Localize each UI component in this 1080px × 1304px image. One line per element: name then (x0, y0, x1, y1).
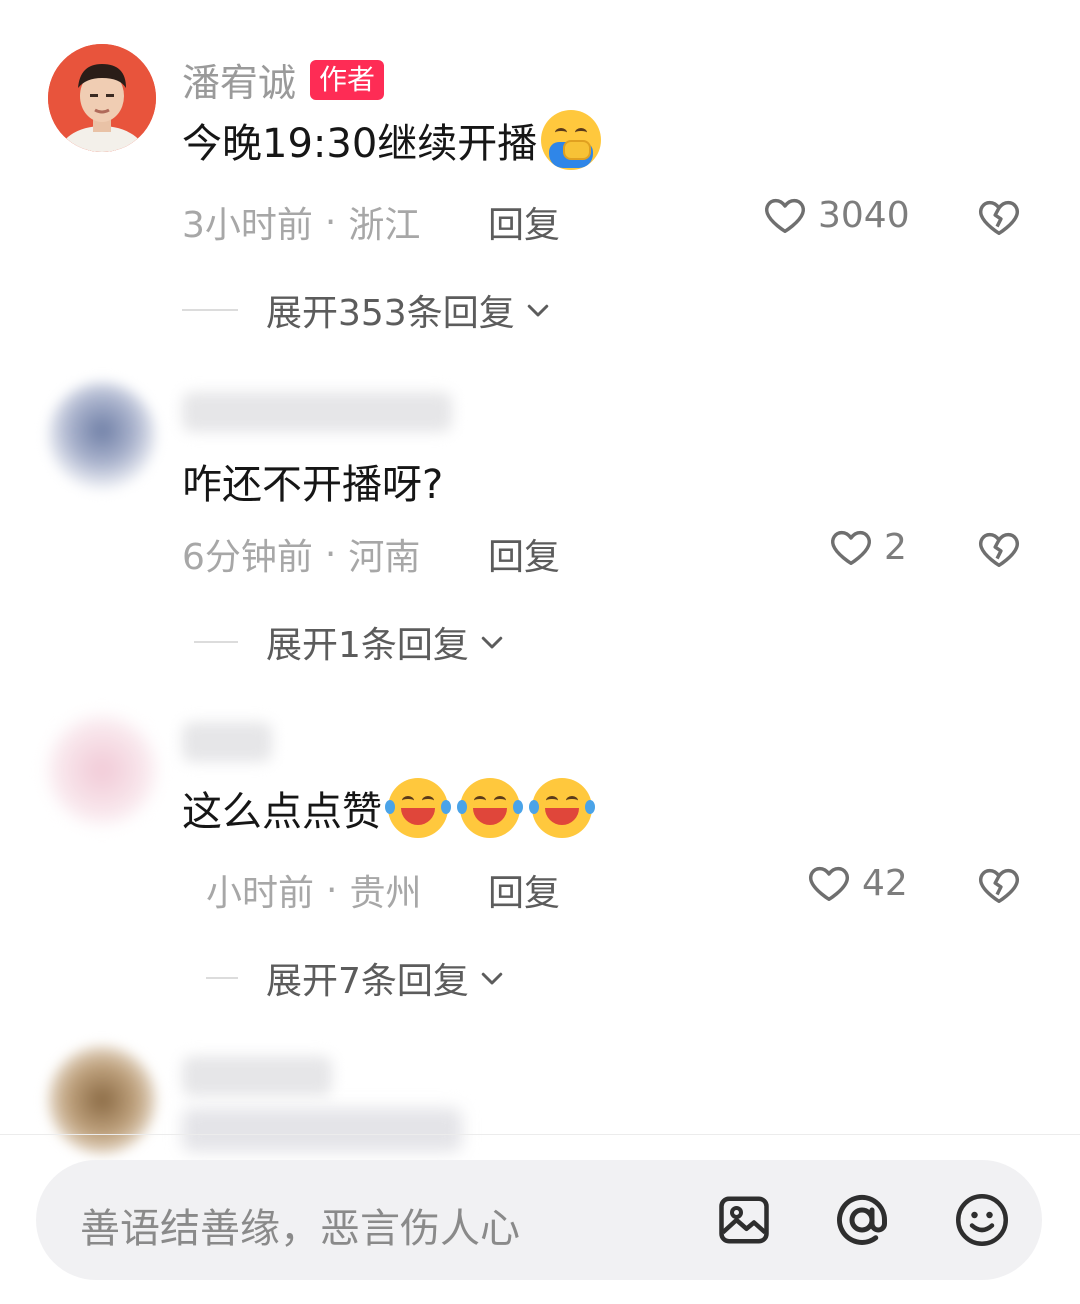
chevron-down-icon (481, 636, 503, 649)
name-row: 潘宥诚 作者 (182, 52, 385, 107)
heart-icon (809, 866, 849, 902)
username[interactable]: 潘宥诚 (182, 52, 296, 107)
comment-text-blurred (182, 1108, 462, 1152)
expand-replies-button[interactable]: 展开7条回复 (206, 952, 507, 1004)
comment-location: 浙江 (348, 205, 421, 246)
username-blurred[interactable] (182, 1056, 332, 1096)
chevron-down-icon (481, 972, 503, 985)
broken-heart-icon (979, 200, 1019, 236)
comment-input-placeholder[interactable]: 善语结善缘，恶言伤人心 (80, 1196, 520, 1254)
dislike-button[interactable] (976, 862, 1022, 912)
image-icon[interactable] (714, 1190, 774, 1250)
expand-replies-label: 展开1条回复 (266, 625, 469, 666)
divider-dash (194, 641, 238, 643)
expand-replies-button[interactable]: 展开1条回复 (194, 616, 507, 668)
reply-button[interactable]: 回复 (488, 196, 560, 248)
comment-meta: 3小时前 · 浙江 (182, 196, 420, 248)
divider-dash (206, 977, 238, 979)
like-button[interactable]: 42 (806, 860, 908, 906)
comment-text: 咋还不开播呀? (182, 452, 443, 510)
reply-button[interactable]: 回复 (488, 528, 560, 580)
tears-of-joy-emoji-icon (457, 778, 523, 838)
comment-input-bar[interactable]: 善语结善缘，恶言伤人心 (36, 1160, 1042, 1280)
tears-of-joy-emoji-icon (529, 778, 595, 838)
comment-text-content: 这么点点赞 (182, 789, 382, 835)
heart-icon (831, 530, 871, 566)
reply-button[interactable]: 回复 (488, 864, 560, 916)
dislike-button[interactable] (976, 526, 1022, 576)
comment-text-content: 咋还不开播呀? (182, 462, 444, 508)
like-button[interactable]: 2 (828, 524, 907, 570)
comment-text: 今晚19:30继续开播 (182, 110, 602, 170)
comment-time: 小时前 (206, 873, 315, 914)
comment-location: 河南 (348, 537, 421, 578)
like-count: 42 (862, 862, 908, 904)
expand-replies-label: 展开353条回复 (266, 293, 515, 334)
broken-heart-icon (979, 532, 1019, 568)
avatar-blurred[interactable] (48, 716, 156, 824)
tears-of-joy-emoji-icon (385, 778, 451, 838)
comment-meta: 6分钟前 · 河南 (182, 528, 420, 580)
comment-time: 6分钟前 (182, 537, 313, 578)
emoji-icon[interactable] (952, 1190, 1012, 1250)
comment-meta: 小时前 · 贵州 (206, 864, 421, 916)
avatar[interactable] (48, 44, 156, 152)
like-count: 3040 (818, 194, 910, 236)
hugging-face-emoji-icon (541, 110, 602, 170)
avatar-blurred[interactable] (48, 382, 156, 490)
comment-location: 贵州 (349, 873, 422, 914)
author-badge: 作者 (310, 59, 385, 100)
comment-text-content: 今晚19:30继续开播 (182, 121, 538, 167)
comment-text: 这么点点赞 (182, 778, 595, 838)
heart-icon (765, 198, 805, 234)
username-blurred[interactable] (182, 722, 272, 762)
broken-heart-icon (979, 868, 1019, 904)
chevron-down-icon (527, 304, 548, 317)
dislike-button[interactable] (976, 194, 1022, 244)
at-icon[interactable] (832, 1190, 892, 1250)
expand-replies-button[interactable]: 展开353条回复 (182, 284, 553, 336)
comment-time: 3小时前 (182, 205, 313, 246)
avatar-blurred[interactable] (48, 1046, 156, 1154)
username-blurred[interactable] (182, 392, 452, 432)
input-divider (0, 1134, 1080, 1135)
expand-replies-label: 展开7条回复 (266, 961, 469, 1002)
like-button[interactable]: 3040 (762, 192, 910, 238)
like-count: 2 (884, 526, 907, 568)
divider-dash (182, 309, 238, 311)
